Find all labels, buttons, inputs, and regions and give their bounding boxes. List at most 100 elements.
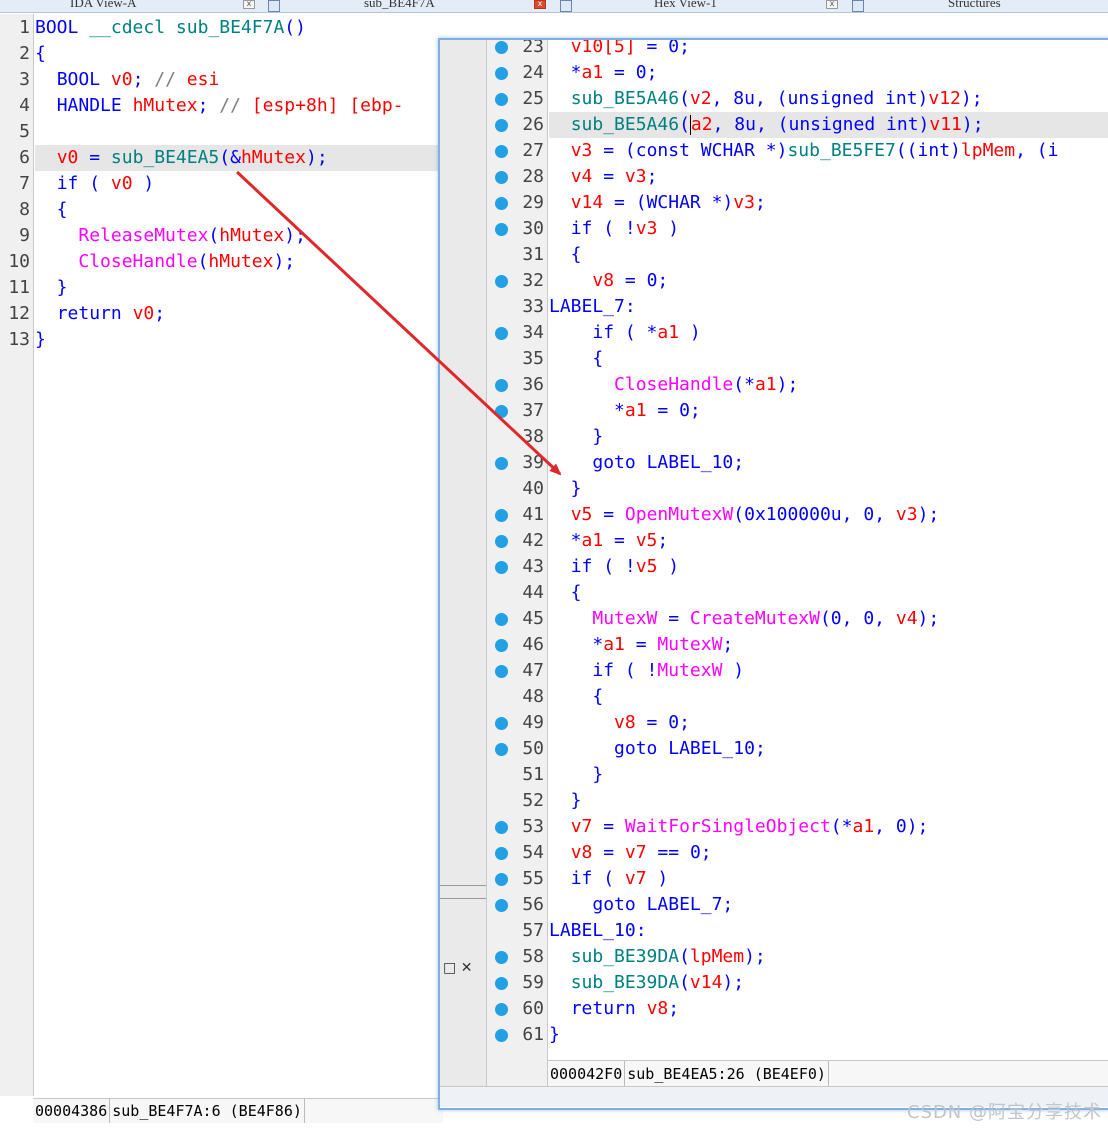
code-token: 0	[679, 400, 690, 421]
code-token: }	[35, 329, 46, 350]
code-token: WCHAR	[700, 140, 755, 161]
code-line[interactable]: {	[35, 197, 68, 223]
code-line[interactable]: ReleaseMutex(hMutex);	[35, 223, 306, 249]
code-token: )	[132, 173, 155, 194]
code-line[interactable]: }	[549, 1022, 560, 1048]
code-line[interactable]: v3 = (const WCHAR *)sub_BE5FE7((int)lpMe…	[549, 138, 1059, 164]
code-line[interactable]: BOOL v0; // esi	[35, 67, 220, 93]
code-token: ;	[722, 894, 734, 915]
code-token: OpenMutexW	[624, 504, 734, 525]
code-token: ;	[646, 166, 658, 187]
code-token: MutexW	[657, 634, 723, 655]
tab-hex-view-1[interactable]: Hex View-1	[560, 0, 717, 12]
code-token: (*	[830, 816, 853, 837]
tab-ida-view-a[interactable]: IDA View-A	[70, 0, 137, 12]
code-token: }	[549, 790, 582, 811]
left-status-address: 00004386	[33, 1099, 111, 1123]
code-line[interactable]: v8 = 0;	[549, 710, 690, 736]
code-line[interactable]: BOOL __cdecl sub_BE4F7A()	[35, 15, 306, 41]
code-token: LABEL_7	[549, 296, 625, 317]
code-line[interactable]: sub_BE5A46(v2, 8u, (unsigned int)v12);	[549, 86, 983, 112]
code-line[interactable]: }	[549, 788, 582, 814]
tab-sub-be4f7a[interactable]: sub_BE4F7A	[268, 0, 435, 12]
code-line[interactable]: v8 = 0;	[549, 268, 668, 294]
code-token: if	[56, 173, 79, 194]
code-line[interactable]: }	[35, 327, 46, 353]
code-line[interactable]: LABEL_10:	[549, 918, 647, 944]
code-token: HANDLE	[56, 95, 122, 116]
code-line[interactable]: v7 = WaitForSingleObject(*a1, 0);	[549, 814, 929, 840]
code-line[interactable]: v14 = (WCHAR *)v3;	[549, 190, 766, 216]
code-line[interactable]: {	[549, 242, 582, 268]
code-line[interactable]: return v8;	[549, 996, 679, 1022]
code-token: v8	[614, 712, 636, 733]
code-token: ((	[895, 140, 918, 161]
tab-structures[interactable]: Structures	[852, 0, 1001, 12]
code-line[interactable]: CloseHandle(hMutex);	[35, 249, 295, 275]
line-number: 52	[522, 790, 544, 811]
tab-ida-view-a-close-icon[interactable]: x	[243, 0, 255, 9]
code-line[interactable]: {	[35, 41, 46, 67]
code-line[interactable]: v0 = sub_BE4EA5(&hMutex);	[35, 145, 438, 171]
code-line[interactable]: if ( !v3 )	[549, 216, 679, 242]
watermark: CSDN @阿宝分享技术	[906, 1102, 1102, 1123]
code-line[interactable]: *a1 = 0;	[549, 398, 701, 424]
popup-left-strip: □ ✕	[440, 40, 487, 1106]
restore-icon[interactable]: □	[443, 960, 456, 976]
code-token: unsigned int	[787, 88, 918, 109]
code-line[interactable]: if ( v7 )	[549, 866, 669, 892]
code-line[interactable]: sub_BE39DA(lpMem);	[549, 944, 766, 970]
code-line[interactable]: *a1 = MutexW;	[549, 632, 733, 658]
code-token: )	[918, 114, 930, 135]
line-number: 9	[19, 225, 30, 246]
code-token: MutexW	[592, 608, 658, 629]
code-line[interactable]: }	[35, 275, 68, 301]
code-line[interactable]: return v0;	[35, 301, 165, 327]
tab-sub-be4f7a-close-icon[interactable]: x	[534, 0, 546, 9]
code-line[interactable]: MutexW = CreateMutexW(0, 0, v4);	[549, 606, 939, 632]
left-status-location: sub_BE4F7A:6 (BE4F86)	[110, 1099, 305, 1123]
code-line[interactable]: CloseHandle(*a1);	[549, 372, 798, 398]
code-line[interactable]: goto LABEL_7;	[549, 892, 733, 918]
code-line[interactable]: if ( *a1 )	[549, 320, 700, 346]
code-line[interactable]: sub_BE39DA(v14);	[549, 970, 744, 996]
tab-hex-view-1-close-icon[interactable]: x	[826, 0, 838, 9]
code-line[interactable]: }	[549, 476, 582, 502]
code-line[interactable]: goto LABEL_10;	[549, 450, 744, 476]
code-line[interactable]: HANDLE hMutex; // [esp+8h] [ebp-	[35, 93, 404, 119]
close-icon[interactable]: ✕	[461, 960, 473, 976]
code-line[interactable]: }	[549, 762, 603, 788]
code-token: *	[549, 400, 625, 421]
code-token: *)	[700, 192, 734, 213]
code-token: a1	[657, 322, 680, 343]
code-line[interactable]: goto LABEL_10;	[549, 736, 766, 762]
tab-bar: IDA View-A x sub_BE4F7A x Hex View-1 x S…	[0, 0, 1108, 13]
code-line[interactable]: v8 = v7 == 0;	[549, 840, 712, 866]
code-line[interactable]: v10[5] = 0;	[549, 40, 690, 60]
code-line[interactable]: {	[549, 580, 582, 606]
code-line[interactable]: LABEL_7:	[549, 294, 636, 320]
code-line[interactable]: sub_BE5A46(a2, 8u, (unsigned int)v11);	[549, 112, 1108, 138]
code-line[interactable]: if ( !v5 )	[549, 554, 679, 580]
line-number: 45	[522, 608, 544, 629]
code-line[interactable]: {	[549, 346, 603, 372]
code-line[interactable]: }	[549, 424, 603, 450]
code-line[interactable]: {	[549, 684, 603, 710]
code-token: (	[679, 88, 690, 109]
code-line[interactable]: *a1 = v5;	[549, 528, 669, 554]
code-token: (&	[219, 147, 241, 168]
code-token: =	[78, 147, 111, 168]
code-line[interactable]: if ( !MutexW )	[549, 658, 744, 684]
code-line[interactable]: v4 = v3;	[549, 164, 658, 190]
code-token: esi	[186, 69, 220, 90]
code-line[interactable]: if ( v0 )	[35, 171, 155, 197]
code-line[interactable]: v5 = OpenMutexW(0x100000u, 0, v3);	[549, 502, 940, 528]
code-token: ()	[284, 17, 306, 38]
code-line[interactable]: *a1 = 0;	[549, 60, 658, 86]
code-token: =	[603, 62, 636, 83]
pseudocode-popup-window[interactable]: □ ✕ 23 v10[5] = 0; 24 *a1 = 0; 25 sub_BE5A…	[438, 38, 1108, 1110]
